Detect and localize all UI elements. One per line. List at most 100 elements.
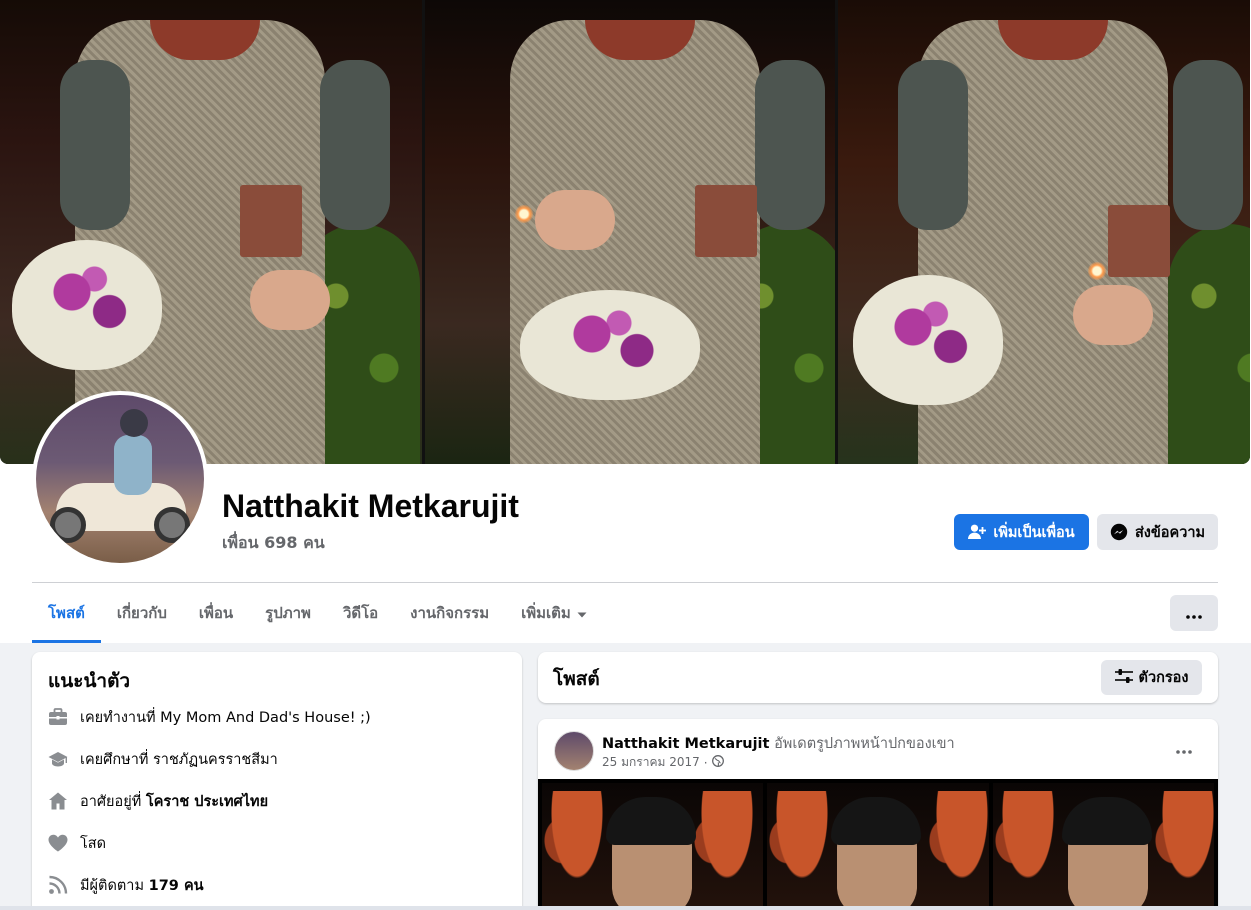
person-plus-icon — [968, 524, 987, 540]
sleeve-shape — [60, 60, 130, 230]
post-options-button[interactable] — [1168, 736, 1200, 760]
cover-panel-3 — [835, 0, 1250, 464]
rss-icon — [48, 875, 68, 895]
relationship-status: โสด — [80, 835, 107, 852]
intro-card: แนะนำตัว เคยทำงานที่ My Mom And Dad's Ho… — [32, 652, 522, 910]
post-meta: 25 มกราคม 2017 · — [602, 753, 724, 772]
friends-count[interactable]: เพื่อน 698 คน — [222, 531, 325, 556]
hand-shape — [250, 270, 330, 330]
sliders-icon — [1114, 668, 1133, 687]
hair-shape — [831, 797, 922, 845]
post-author-avatar[interactable] — [554, 731, 594, 771]
caret-down-icon — [577, 604, 587, 622]
tab-label: เพิ่มเติม — [521, 604, 571, 622]
profile-picture-frame[interactable] — [32, 391, 208, 567]
followers-value[interactable]: 179 คน — [149, 878, 204, 894]
ellipsis-icon — [1186, 604, 1202, 623]
messenger-icon — [1110, 523, 1128, 541]
helmet-shape — [120, 409, 148, 437]
intro-title: แนะนำตัว — [48, 670, 131, 692]
krathong-shape — [520, 290, 700, 400]
message-button[interactable]: ส่งข้อความ — [1097, 514, 1218, 550]
sleeve-shape — [1173, 60, 1243, 230]
tab-label: รูปภาพ — [265, 604, 311, 622]
intro-education: เคยศึกษาที่ ราชภัฏนครราชสีมา — [48, 747, 278, 771]
post-image-panel — [992, 783, 1214, 910]
work-value[interactable]: My Mom And Dad's House! ;) — [160, 710, 371, 726]
education-value[interactable]: ราชภัฏนครราชสีมา — [153, 752, 278, 768]
krathong-shape — [12, 240, 162, 370]
tab-videos[interactable]: วิดีโอ — [327, 583, 394, 643]
tab-label: เกี่ยวกับ — [116, 604, 167, 622]
post-author-name[interactable]: Natthakit Metkarujit — [602, 736, 769, 752]
briefcase-icon — [48, 707, 68, 727]
sleeve-shape — [898, 60, 968, 230]
post-author-line: Natthakit Metkarujit อัพเดตรูปภาพหน้าปกข… — [602, 732, 955, 755]
hair-shape — [606, 797, 696, 845]
tab-photos[interactable]: รูปภาพ — [249, 583, 327, 643]
sleeve-shape — [755, 60, 825, 230]
profile-picture[interactable] — [36, 395, 204, 563]
profile-header: Natthakit Metkarujit เพื่อน 698 คน เพิ่ม… — [0, 0, 1251, 643]
bush-shape — [1168, 224, 1250, 464]
candle-flame — [1088, 262, 1106, 280]
wheel-shape — [50, 507, 86, 543]
tab-about[interactable]: เกี่ยวกับ — [101, 583, 183, 643]
tab-friends[interactable]: เพื่อน — [183, 583, 249, 643]
lives-prefix: อาศัยอยู่ที่ — [80, 793, 142, 810]
palm-shape — [692, 791, 762, 901]
intro-relationship: โสด — [48, 831, 106, 855]
profile-name: Natthakit Metkarujit — [222, 488, 519, 524]
cover-panel-1 — [0, 0, 422, 464]
intro-followers: มีผู้ติดตาม 179 คน — [48, 873, 204, 897]
cover-panel-2 — [422, 0, 835, 464]
sleeve-shape — [320, 60, 390, 230]
tab-label: เพื่อน — [198, 604, 234, 622]
filter-label: ตัวกรอง — [1138, 670, 1189, 686]
pocket-shape — [695, 185, 757, 257]
profile-more-button[interactable] — [1170, 595, 1218, 631]
tab-label: งานกิจกรรม — [410, 604, 490, 622]
pocket-shape — [1108, 205, 1170, 277]
followers-prefix: มีผู้ติดตาม — [80, 877, 145, 894]
lives-value[interactable]: โคราช ประเทศไทย — [146, 794, 268, 810]
tab-label: โพสต์ — [48, 604, 85, 622]
palm-shape — [767, 791, 838, 901]
palm-shape — [927, 791, 989, 901]
palm-shape — [992, 791, 1063, 901]
post-card: Natthakit Metkarujit อัพเดตรูปภาพหน้าปกข… — [538, 719, 1218, 910]
globe-icon[interactable] — [711, 755, 724, 770]
add-friend-label: เพิ่มเป็นเพื่อน — [993, 524, 1075, 541]
cover-photo[interactable] — [0, 0, 1250, 464]
posts-header: โพสต์ ตัวกรอง — [538, 652, 1218, 703]
viewport-bottom-edge — [0, 906, 1251, 910]
graduation-cap-icon — [48, 749, 68, 769]
filter-button[interactable]: ตัวกรอง — [1101, 660, 1202, 695]
post-image-panel — [542, 783, 764, 910]
hand-shape — [1073, 285, 1153, 345]
tab-events[interactable]: งานกิจกรรม — [394, 583, 505, 643]
tab-label: วิดีโอ — [342, 604, 379, 622]
rider-shape — [114, 435, 152, 495]
tab-more[interactable]: เพิ่มเติม — [505, 583, 603, 643]
hand-shape — [535, 190, 615, 250]
post-image[interactable] — [538, 779, 1218, 910]
post-date[interactable]: 25 มกราคม 2017 — [602, 753, 700, 772]
posts-title: โพสต์ — [553, 668, 600, 690]
palm-shape — [1152, 791, 1214, 901]
krathong-shape — [853, 275, 1003, 405]
add-friend-button[interactable]: เพิ่มเป็นเพื่อน — [954, 514, 1089, 550]
post-action-text: อัพเดตรูปภาพหน้าปกของเขา — [774, 736, 955, 752]
education-prefix: เคยศึกษาที่ — [80, 751, 149, 768]
meta-separator: · — [703, 755, 708, 770]
intro-work: เคยทำงานที่ My Mom And Dad's House! ;) — [48, 705, 371, 729]
candle-flame — [515, 205, 533, 223]
ellipsis-icon — [1176, 739, 1192, 758]
wheel-shape — [154, 507, 190, 543]
profile-tabs: โพสต์ เกี่ยวกับ เพื่อน รูปภาพ วิดีโอ งาน… — [32, 583, 603, 643]
tab-posts[interactable]: โพสต์ — [32, 583, 101, 643]
heart-icon — [48, 833, 68, 853]
palm-shape — [542, 791, 612, 901]
hair-shape — [1061, 797, 1152, 845]
house-icon — [48, 791, 68, 811]
